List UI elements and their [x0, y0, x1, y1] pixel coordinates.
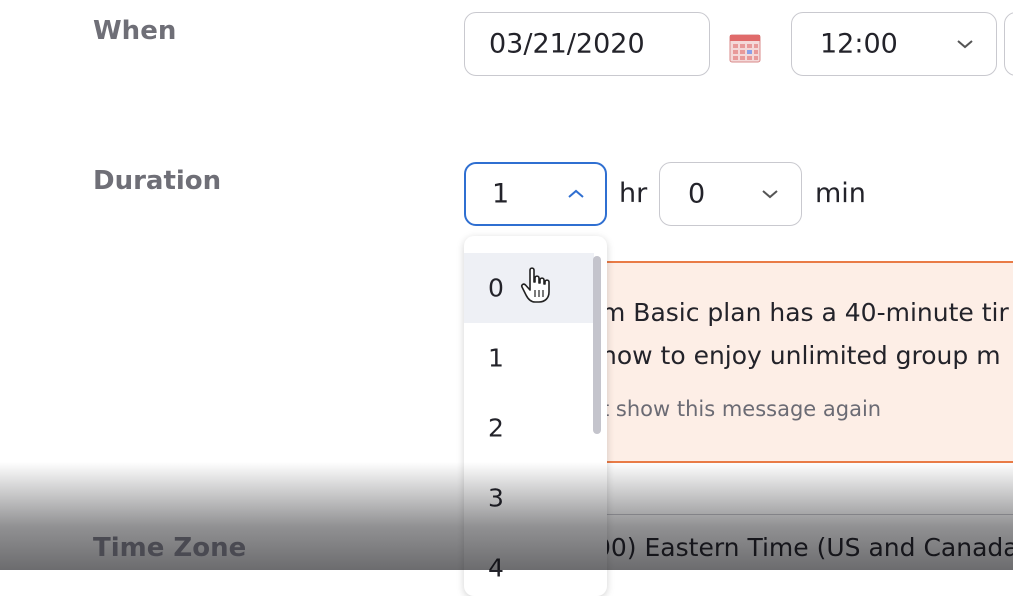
time-value: 12:00 [820, 28, 898, 60]
duration-minutes-select[interactable]: 0 [659, 162, 802, 226]
calendar-icon[interactable] [729, 31, 761, 63]
hours-option[interactable]: 3 [464, 463, 594, 533]
dropdown-scrollbar[interactable] [593, 256, 601, 434]
date-input[interactable]: 03/21/2020 [464, 12, 710, 76]
when-label: When [93, 16, 177, 46]
dont-show-again-option[interactable]: t show this message again [601, 397, 881, 421]
hours-option[interactable]: 2 [464, 393, 594, 463]
timezone-label: Time Zone [93, 533, 247, 563]
minutes-value: 0 [688, 178, 706, 210]
date-value: 03/21/2020 [489, 28, 645, 60]
chevron-down-icon [957, 40, 973, 49]
banner-message-line2[interactable]: now to enjoy unlimited group m [601, 341, 1001, 370]
hours-option[interactable]: 4 [464, 533, 594, 596]
chevron-up-icon [568, 189, 584, 198]
upgrade-banner: m Basic plan has a 40-minute tir now to … [585, 261, 1013, 463]
time-select[interactable]: 12:00 [791, 12, 997, 76]
hours-unit: hr [619, 178, 648, 209]
timezone-select[interactable]: 00) Eastern Time (US and Canada [585, 514, 1013, 584]
chevron-down-icon [762, 190, 778, 199]
banner-message-line1: m Basic plan has a 40-minute tir [601, 298, 1009, 327]
minutes-unit: min [815, 178, 866, 209]
hours-value: 1 [492, 178, 510, 210]
ampm-select[interactable] [1004, 12, 1013, 76]
hours-option[interactable]: 1 [464, 323, 594, 393]
hand-cursor-icon [520, 267, 550, 303]
timezone-value: 00) Eastern Time (US and Canada [595, 533, 1013, 562]
duration-label: Duration [93, 166, 222, 196]
duration-hours-select[interactable]: 1 [464, 162, 607, 226]
